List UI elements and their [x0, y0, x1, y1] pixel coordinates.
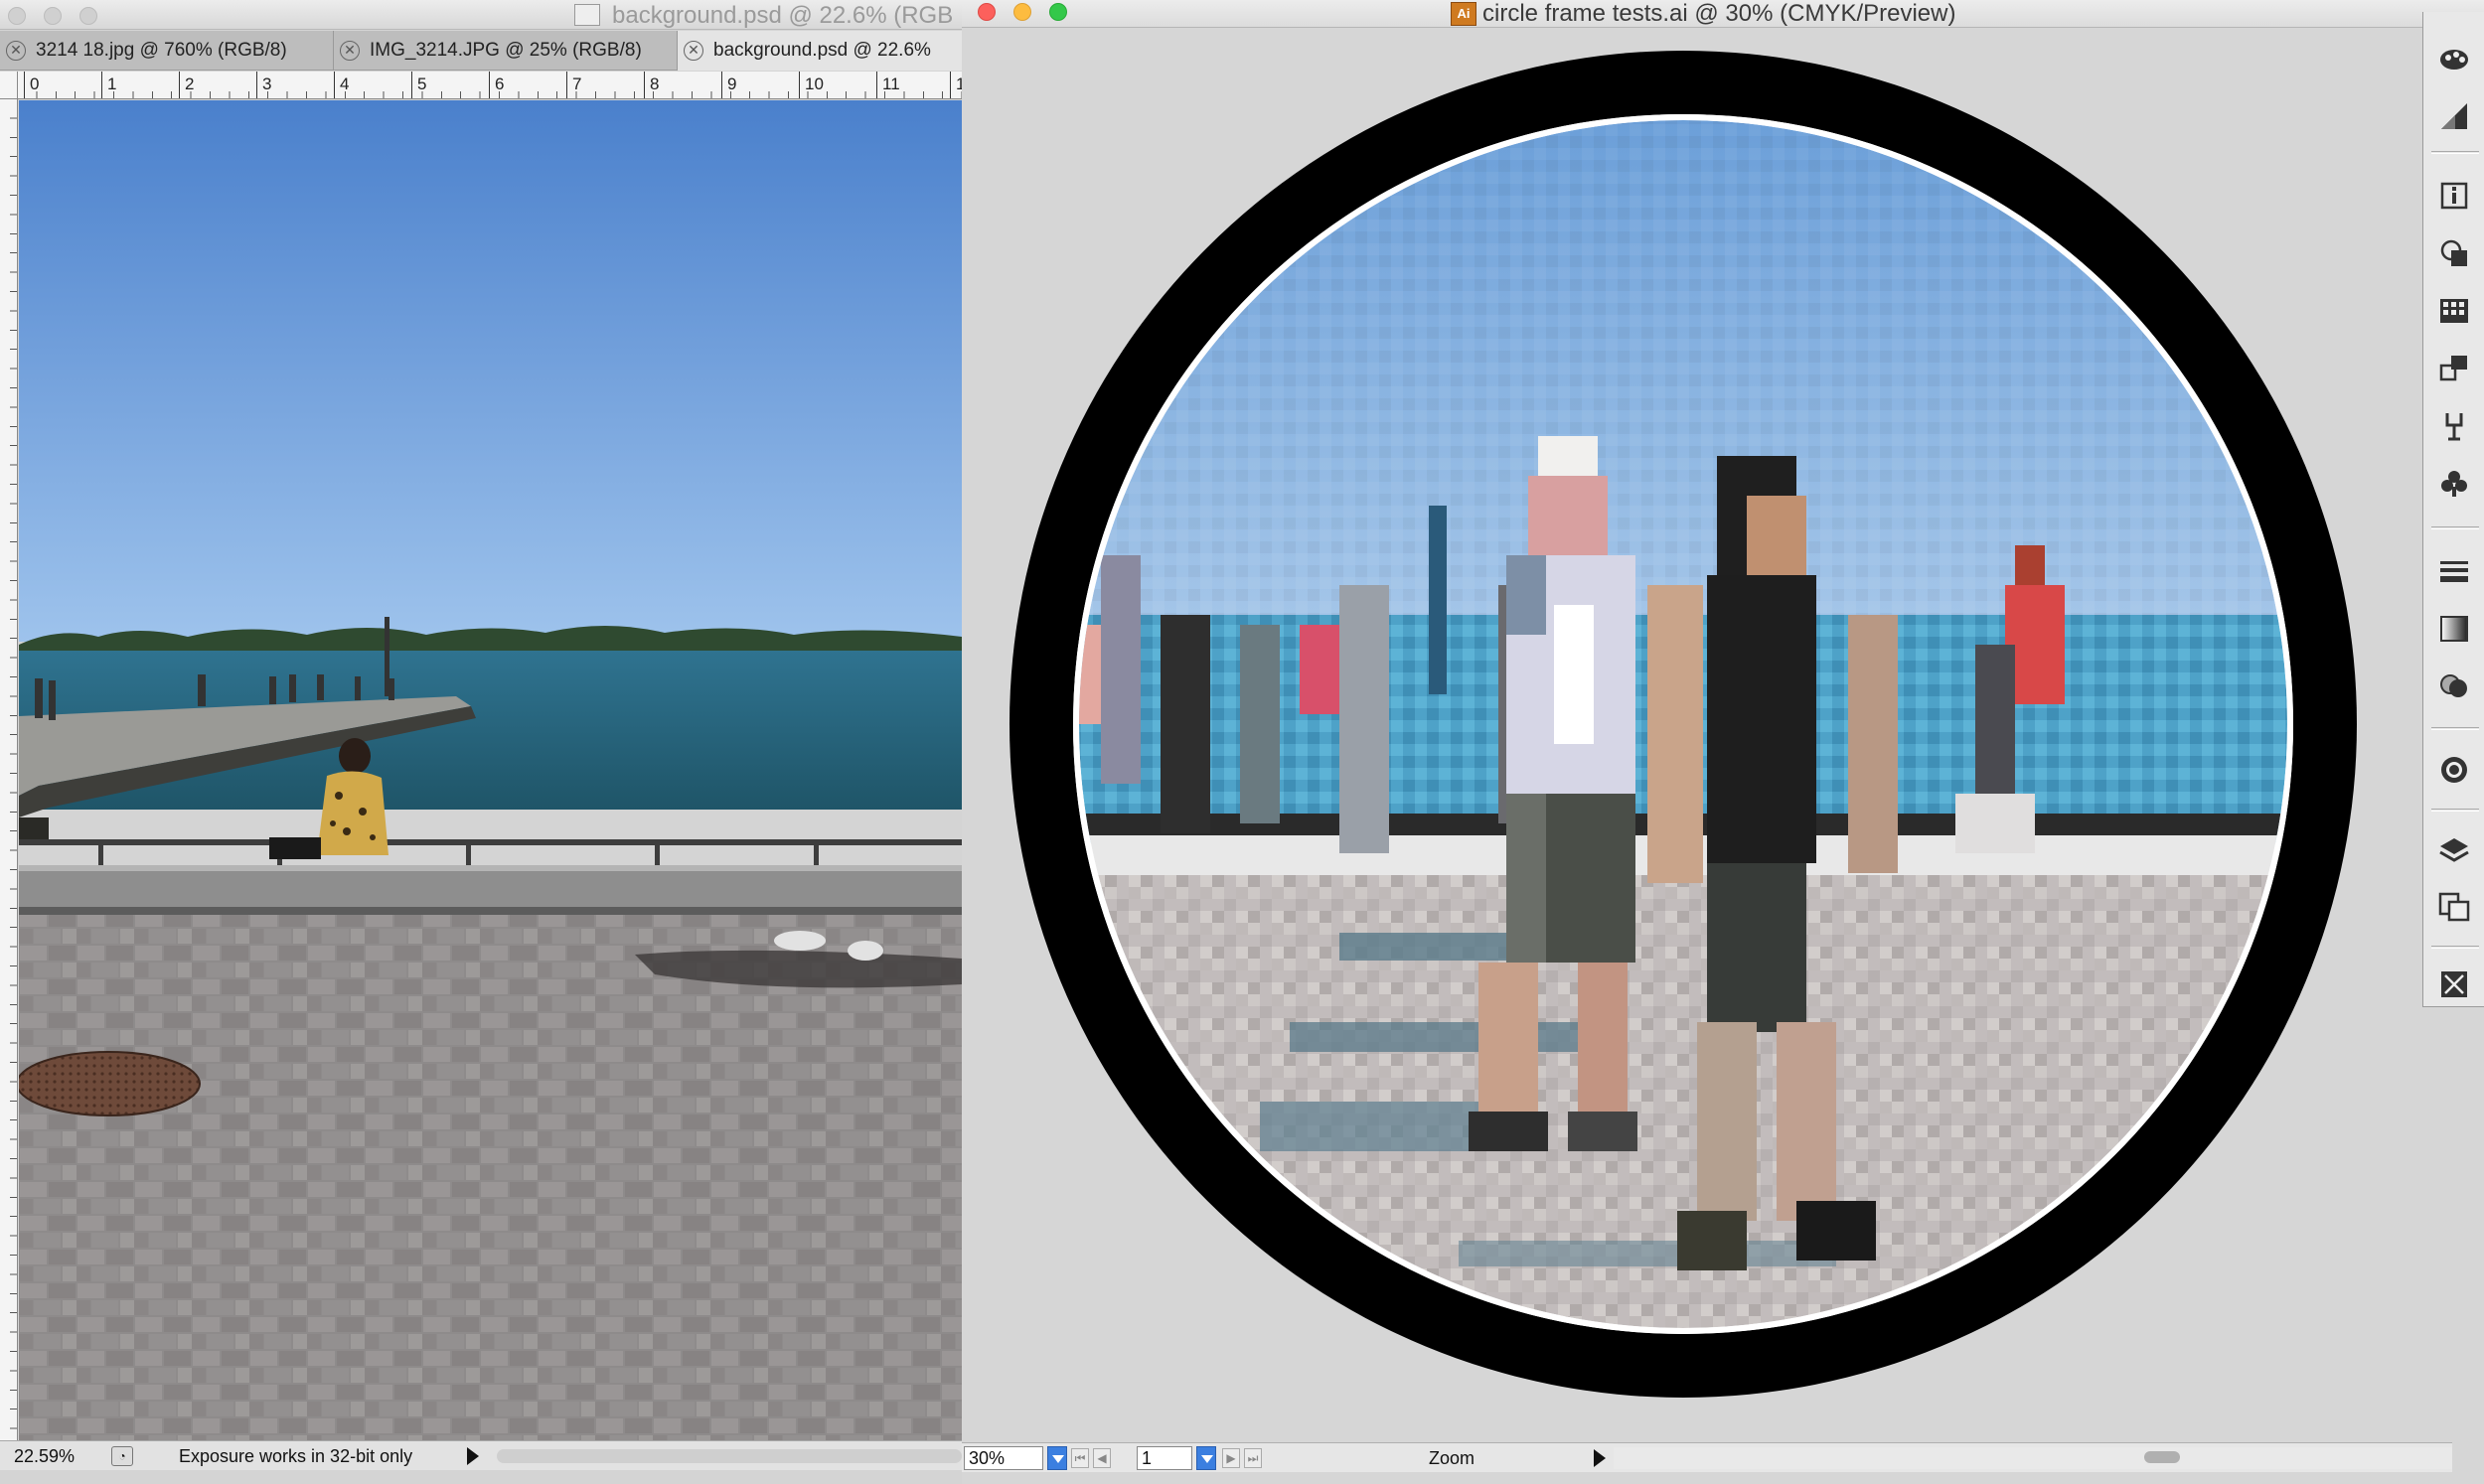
minimize-button[interactable]	[1013, 3, 1031, 21]
minimize-button[interactable]	[44, 7, 62, 25]
color-icon[interactable]	[2437, 42, 2471, 75]
gradient-icon[interactable]	[2437, 612, 2471, 646]
panel-separator	[2431, 727, 2479, 730]
artboard-dropdown-icon[interactable]	[1196, 1446, 1216, 1470]
illustrator-status-bar: 30% ⏮ ◀ 1 ▶ ⏭ Zoom	[962, 1442, 2452, 1472]
zoom-button[interactable]	[1049, 3, 1067, 21]
close-tab-icon[interactable]: ✕	[6, 41, 26, 61]
close-button[interactable]	[978, 3, 996, 21]
color-guide-icon[interactable]	[2437, 99, 2471, 133]
swatches-icon[interactable]	[2437, 294, 2471, 328]
panel-dock	[2422, 12, 2484, 1007]
ruler-tick-label: 1	[101, 72, 181, 98]
scrollbar-thumb[interactable]	[2144, 1451, 2180, 1463]
transparency-icon[interactable]	[2437, 669, 2471, 703]
close-button[interactable]	[8, 7, 26, 25]
document-tab-bar: ✕ 3214 18.jpg @ 760% (RGB/8) ✕ IMG_3214.…	[0, 31, 962, 71]
stroke-icon[interactable]	[2437, 554, 2471, 588]
panel-separator	[2431, 809, 2479, 812]
close-tab-icon[interactable]: ✕	[340, 41, 360, 61]
ruler-tick-label: 0	[24, 72, 103, 98]
zoom-level[interactable]: 22.59%	[14, 1446, 75, 1467]
ruler-tick-label: 9	[721, 72, 801, 98]
ruler-tick-label: 12	[950, 72, 962, 98]
tab-label: 3214 18.jpg @ 760% (RGB/8)	[36, 40, 287, 61]
tab-3214-18[interactable]: ✕ 3214 18.jpg @ 760% (RGB/8)	[0, 31, 334, 71]
circle-frame-artwork	[1009, 51, 2357, 1398]
window-title: background.psd @ 22.6% (RGB	[612, 2, 954, 29]
ruler-tick-label: 2	[179, 72, 258, 98]
ruler-tick-label: 5	[411, 72, 491, 98]
ruler-tick-label: 4	[334, 72, 413, 98]
navigator-icon[interactable]	[2437, 967, 2471, 1001]
tab-background-psd[interactable]: ✕ background.psd @ 22.6%	[678, 31, 962, 71]
artboards-icon[interactable]	[2437, 890, 2471, 924]
ruler-tick-label: 10	[799, 72, 878, 98]
ruler-tick-label: 6	[489, 72, 568, 98]
first-artboard-icon[interactable]: ⏮	[1071, 1448, 1089, 1468]
brushes-icon[interactable]	[2437, 467, 2471, 501]
transform-icon[interactable]	[2437, 352, 2471, 385]
ruler-origin[interactable]	[0, 72, 18, 99]
waterfront-photo	[19, 100, 962, 1440]
next-artboard-icon[interactable]: ▶	[1222, 1448, 1240, 1468]
document-icon	[574, 4, 600, 26]
vertical-ruler[interactable]	[0, 99, 18, 1440]
tab-label: background.psd @ 22.6%	[713, 40, 931, 61]
zoom-dropdown-icon[interactable]	[1047, 1446, 1067, 1470]
status-menu-arrow-icon[interactable]	[467, 1447, 479, 1465]
photoshop-status-bar: 22.59% ◔ Exposure works in 32-bit only	[0, 1440, 962, 1470]
photoshop-canvas[interactable]	[19, 100, 962, 1440]
info-icon[interactable]	[2437, 179, 2471, 213]
illustrator-window: Ai circle frame tests.ai @ 30% (CMYK/Pre…	[962, 0, 2484, 1484]
current-tool-label: Zoom	[1429, 1448, 1475, 1468]
status-menu-arrow-icon[interactable]	[1594, 1449, 1606, 1467]
ruler-tick-label: 11	[876, 72, 956, 98]
horizontal-scrollbar[interactable]	[1614, 1447, 2452, 1469]
close-tab-icon[interactable]: ✕	[684, 41, 703, 61]
window-title: circle frame tests.ai @ 30% (CMYK/Previe…	[1482, 0, 1956, 27]
symbols-icon[interactable]	[2437, 409, 2471, 443]
ruler-tick-label: 8	[644, 72, 723, 98]
zoom-button[interactable]	[79, 7, 97, 25]
illustrator-titlebar: Ai circle frame tests.ai @ 30% (CMYK/Pre…	[962, 0, 2484, 28]
photoshop-window: background.psd @ 22.6% (RGB ✕ 3214 18.jp…	[0, 0, 962, 1484]
tab-label: IMG_3214.JPG @ 25% (RGB/8)	[370, 40, 642, 61]
last-artboard-icon[interactable]: ⏭	[1244, 1448, 1262, 1468]
panel-separator	[2431, 526, 2479, 529]
layers-icon[interactable]	[2437, 832, 2471, 866]
ruler-tick-label: 3	[256, 72, 336, 98]
graphic-styles-icon[interactable]	[2437, 753, 2471, 787]
previous-artboard-icon[interactable]: ◀	[1093, 1448, 1111, 1468]
horizontal-scrollbar[interactable]	[497, 1449, 962, 1463]
illustrator-artboard[interactable]	[962, 29, 2422, 1441]
panel-separator	[2431, 946, 2479, 949]
photoshop-titlebar: background.psd @ 22.6% (RGB	[0, 0, 962, 30]
status-message: Exposure works in 32-bit only	[179, 1446, 413, 1466]
horizontal-ruler[interactable]: 0 1 2 3 4 5 6 7 8 9 10 11 12	[18, 72, 962, 99]
artboard-number-field[interactable]: 1	[1137, 1446, 1192, 1470]
appearance-icon[interactable]	[2437, 236, 2471, 270]
tab-img-3214[interactable]: ✕ IMG_3214.JPG @ 25% (RGB/8)	[334, 31, 678, 71]
panel-separator	[2431, 151, 2479, 154]
ruler-tick-label: 7	[566, 72, 646, 98]
illustrator-app-icon: Ai	[1451, 2, 1476, 26]
zoom-field[interactable]: 30%	[964, 1446, 1043, 1470]
status-info-icon[interactable]: ◔	[111, 1446, 133, 1466]
